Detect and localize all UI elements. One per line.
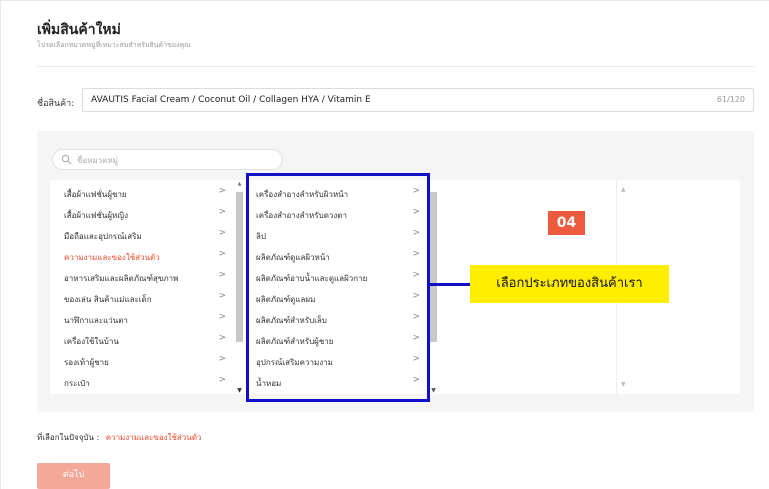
step-number-badge: 04	[548, 211, 585, 235]
chevron-right-icon: >	[218, 375, 226, 385]
current-selection-value: ความงามและของใช้ส่วนตัว	[105, 433, 202, 442]
page-subtitle: โปรดเลือกหมวดหมู่ที่เหมาะสมสำหรับสินค้าข…	[37, 41, 191, 49]
search-icon	[61, 154, 72, 165]
level1-scrollbar[interactable]: ▲ ▼	[236, 180, 243, 394]
category-item[interactable]: กระเป๋า >	[50, 369, 236, 390]
category-item[interactable]: ความงามและของใช้ส่วนตัว >	[50, 243, 236, 264]
category-item[interactable]: เครื่องใช้ในบ้าน >	[50, 327, 236, 348]
chevron-right-icon: >	[218, 291, 226, 301]
scroll-up-icon[interactable]: ▲	[236, 181, 243, 187]
chevron-right-icon: >	[218, 186, 226, 196]
scroll-thumb[interactable]	[236, 192, 243, 342]
scroll-down-icon[interactable]: ▼	[430, 387, 437, 394]
category-item[interactable]: มือถือและอุปกรณ์เสริม >	[50, 222, 236, 243]
category-item[interactable]: ของเล่น สินค้าแม่และเด็ก >	[50, 285, 236, 306]
divider	[37, 66, 754, 67]
product-name-input[interactable]: AVAUTIS Facial Cream / Coconut Oil / Col…	[82, 88, 754, 112]
category-item-label: รองเท้าผู้ชาย	[64, 358, 109, 367]
chevron-right-icon: >	[218, 270, 226, 280]
product-name-label: ชื่อสินค้า:	[37, 99, 75, 109]
category-item-label: มือถือและอุปกรณ์เสริม	[64, 232, 142, 241]
category-item[interactable]: นาฬิกาและแว่นตา >	[50, 306, 236, 327]
chevron-right-icon: >	[218, 228, 226, 238]
current-selection: ที่เลือกในปัจจุบัน : ความงามและของใช้ส่ว…	[37, 431, 201, 444]
category-item-label: เสื้อผ้าแฟชั่นผู้หญิง	[64, 211, 129, 220]
category-item[interactable]: อาหารเสริมและผลิตภัณฑ์สุขภาพ >	[50, 264, 236, 285]
annotation-callout: เลือกประเภทของสินค้าเรา	[470, 265, 669, 303]
level2-scrollbar[interactable]: ▼	[430, 180, 437, 394]
current-selection-label: ที่เลือกในปัจจุบัน :	[37, 433, 100, 442]
category-item[interactable]: เสื้อผ้าแฟชั่นผู้ชาย >	[50, 180, 236, 201]
chevron-right-icon: >	[218, 354, 226, 364]
category-item-label: เสื้อผ้าแฟชั่นผู้ชาย	[64, 190, 127, 199]
category-item-label: ความงามและของใช้ส่วนตัว	[64, 253, 160, 262]
category-item[interactable]: รองเท้าผู้ชาย >	[50, 348, 236, 369]
next-button[interactable]: ต่อไป	[37, 463, 110, 489]
chevron-right-icon: >	[218, 249, 226, 259]
chevron-right-icon: >	[218, 312, 226, 322]
product-name-value: AVAUTIS Facial Cream / Coconut Oil / Col…	[91, 95, 371, 105]
annotation-highlight-box	[246, 173, 430, 402]
scroll-down-icon[interactable]: ▼	[621, 381, 626, 388]
chevron-right-icon: >	[218, 207, 226, 217]
category-item[interactable]: เสื้อผ้าแฟชั่นผู้หญิง >	[50, 201, 236, 222]
scroll-thumb[interactable]	[430, 192, 437, 342]
category-item-label: อาหารเสริมและผลิตภัณฑ์สุขภาพ	[64, 274, 179, 283]
scroll-down-icon[interactable]: ▼	[236, 387, 243, 394]
category-item-label: กระเป๋า	[64, 379, 90, 388]
chevron-right-icon: >	[218, 333, 226, 343]
scroll-up-icon[interactable]: ▲	[621, 186, 626, 193]
category-item-label: ของเล่น สินค้าแม่และเด็ก	[64, 295, 152, 304]
page-title: เพิ่มสินค้าใหม่	[37, 22, 121, 38]
category-level1-list: เสื้อผ้าแฟชั่นผู้ชาย > เสื้อผ้าแฟชั่นผู้หญ…	[50, 180, 236, 394]
category-item-label: เครื่องใช้ในบ้าน	[64, 337, 119, 346]
category-item-label: นาฬิกาและแว่นตา	[64, 316, 128, 325]
search-placeholder: ชื่อหมวดหมู่	[77, 156, 119, 165]
annotation-connector-line	[430, 283, 470, 286]
category-search-input[interactable]: ชื่อหมวดหมู่	[52, 149, 283, 170]
char-counter: 61/120	[716, 95, 745, 104]
